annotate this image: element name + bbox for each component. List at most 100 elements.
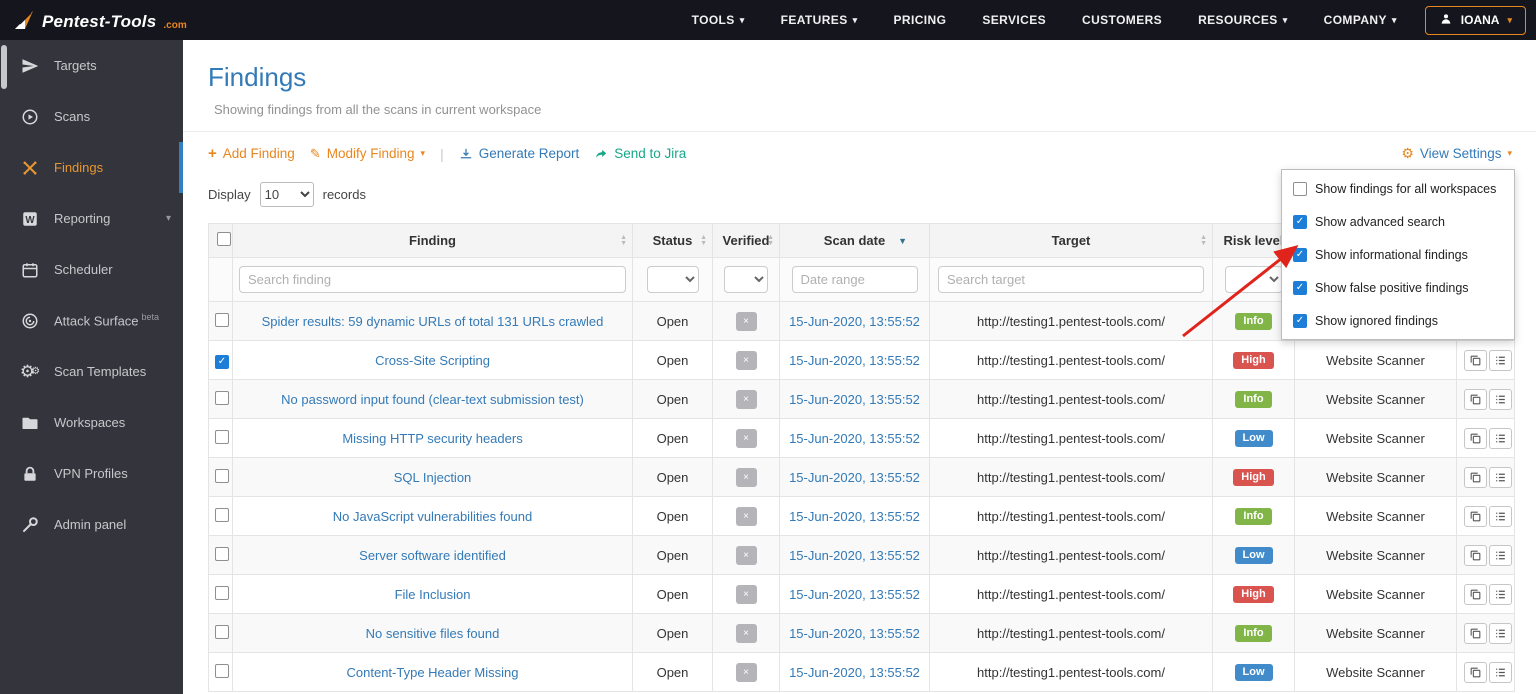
finding-link[interactable]: File Inclusion: [395, 587, 471, 602]
scan-date-link[interactable]: 15-Jun-2020, 13:55:52: [789, 314, 920, 329]
pentest-tools-logo[interactable]: Pentest-Tools .com: [12, 8, 187, 33]
menu-item-show-ignored-findings[interactable]: ✓Show ignored findings: [1282, 304, 1514, 337]
finding-details-button[interactable]: [1489, 662, 1512, 683]
sidebar-item-admin-panel[interactable]: Admin panel: [0, 499, 183, 550]
col-header-status[interactable]: Status ▲▼: [633, 224, 713, 258]
scan-date-link[interactable]: 15-Jun-2020, 13:55:52: [789, 431, 920, 446]
sidebar-item-findings[interactable]: Findings: [0, 142, 183, 193]
scan-date-link[interactable]: 15-Jun-2020, 13:55:52: [789, 353, 920, 368]
sidebar-item-scan-templates[interactable]: ⚙⚙Scan Templates: [0, 346, 183, 397]
generate-report-button[interactable]: Generate Report: [459, 146, 580, 161]
verified-toggle-button[interactable]: ×: [736, 351, 757, 370]
menu-item-show-findings-for-all-workspaces[interactable]: Show findings for all workspaces: [1282, 172, 1514, 205]
finding-link[interactable]: Spider results: 59 dynamic URLs of total…: [262, 314, 604, 329]
nav-item-company[interactable]: COMPANY▾: [1324, 13, 1397, 27]
add-finding-button[interactable]: + Add Finding: [208, 145, 295, 162]
modify-finding-button[interactable]: ✎ Modify Finding ▾: [310, 146, 425, 162]
view-settings-button[interactable]: ⚙ View Settings ▾: [1401, 145, 1512, 162]
copy-finding-button[interactable]: [1464, 623, 1487, 644]
menu-item-show-advanced-search[interactable]: ✓Show advanced search: [1282, 205, 1514, 238]
row-checkbox[interactable]: [215, 313, 229, 327]
col-header-finding[interactable]: Finding ▲▼: [233, 224, 633, 258]
verified-toggle-button[interactable]: ×: [736, 429, 757, 448]
menu-checkbox[interactable]: ✓: [1293, 215, 1307, 229]
nav-item-resources[interactable]: RESOURCES▾: [1198, 13, 1288, 27]
row-checkbox[interactable]: ✓: [215, 355, 229, 369]
sidebar-item-scans[interactable]: Scans: [0, 91, 183, 142]
menu-checkbox[interactable]: ✓: [1293, 314, 1307, 328]
scan-date-link[interactable]: 15-Jun-2020, 13:55:52: [789, 548, 920, 563]
copy-finding-button[interactable]: [1464, 662, 1487, 683]
verified-toggle-button[interactable]: ×: [736, 312, 757, 331]
finding-link[interactable]: Content-Type Header Missing: [347, 665, 519, 680]
verified-toggle-button[interactable]: ×: [736, 468, 757, 487]
finding-filter-input[interactable]: [239, 266, 626, 293]
finding-details-button[interactable]: [1489, 467, 1512, 488]
menu-item-show-informational-findings[interactable]: ✓Show informational findings: [1282, 238, 1514, 271]
finding-link[interactable]: No password input found (clear-text subm…: [281, 392, 584, 407]
finding-details-button[interactable]: [1489, 350, 1512, 371]
copy-finding-button[interactable]: [1464, 389, 1487, 410]
finding-details-button[interactable]: [1489, 506, 1512, 527]
nav-item-pricing[interactable]: PRICING: [894, 13, 947, 27]
select-all-checkbox[interactable]: [217, 232, 231, 246]
nav-item-tools[interactable]: TOOLS▾: [692, 13, 745, 27]
finding-link[interactable]: No JavaScript vulnerabilities found: [333, 509, 532, 524]
target-filter-input[interactable]: [938, 266, 1204, 293]
scan-date-link[interactable]: 15-Jun-2020, 13:55:52: [789, 587, 920, 602]
risk-filter-select[interactable]: [1225, 266, 1283, 293]
sidebar-item-vpn-profiles[interactable]: VPN Profiles: [0, 448, 183, 499]
finding-link[interactable]: Missing HTTP security headers: [342, 431, 522, 446]
verified-filter-select[interactable]: [724, 266, 768, 293]
finding-link[interactable]: SQL Injection: [394, 470, 472, 485]
sort-icon[interactable]: ▲▼: [767, 235, 774, 247]
row-checkbox[interactable]: [215, 469, 229, 483]
finding-link[interactable]: Cross-Site Scripting: [375, 353, 490, 368]
copy-finding-button[interactable]: [1464, 584, 1487, 605]
sidebar-scrollbar-thumb[interactable]: [1, 45, 7, 89]
finding-details-button[interactable]: [1489, 623, 1512, 644]
sort-icon[interactable]: ▲▼: [700, 235, 707, 247]
menu-checkbox[interactable]: ✓: [1293, 281, 1307, 295]
status-filter-select[interactable]: [647, 266, 699, 293]
date-range-input[interactable]: [792, 266, 918, 293]
page-size-select[interactable]: 10: [260, 182, 314, 207]
verified-toggle-button[interactable]: ×: [736, 585, 757, 604]
col-header-target[interactable]: Target ▲▼: [930, 224, 1213, 258]
verified-toggle-button[interactable]: ×: [736, 390, 757, 409]
scan-date-link[interactable]: 15-Jun-2020, 13:55:52: [789, 626, 920, 641]
copy-finding-button[interactable]: [1464, 467, 1487, 488]
verified-toggle-button[interactable]: ×: [736, 507, 757, 526]
scan-date-link[interactable]: 15-Jun-2020, 13:55:52: [789, 392, 920, 407]
verified-toggle-button[interactable]: ×: [736, 546, 757, 565]
row-checkbox[interactable]: [215, 664, 229, 678]
verified-toggle-button[interactable]: ×: [736, 624, 757, 643]
nav-item-services[interactable]: SERVICES: [982, 13, 1046, 27]
row-checkbox[interactable]: [215, 625, 229, 639]
copy-finding-button[interactable]: [1464, 545, 1487, 566]
scan-date-link[interactable]: 15-Jun-2020, 13:55:52: [789, 509, 920, 524]
finding-details-button[interactable]: [1489, 428, 1512, 449]
row-checkbox[interactable]: [215, 547, 229, 561]
send-to-jira-button[interactable]: Send to Jira: [594, 146, 686, 161]
row-checkbox[interactable]: [215, 508, 229, 522]
nav-item-features[interactable]: FEATURES▾: [781, 13, 858, 27]
sidebar-item-scheduler[interactable]: Scheduler: [0, 244, 183, 295]
menu-checkbox[interactable]: [1293, 182, 1307, 196]
row-checkbox[interactable]: [215, 391, 229, 405]
sidebar-item-attack-surface[interactable]: Attack Surfacebeta: [0, 295, 183, 346]
row-checkbox[interactable]: [215, 586, 229, 600]
copy-finding-button[interactable]: [1464, 350, 1487, 371]
finding-link[interactable]: No sensitive files found: [366, 626, 500, 641]
copy-finding-button[interactable]: [1464, 506, 1487, 527]
scan-date-link[interactable]: 15-Jun-2020, 13:55:52: [789, 665, 920, 680]
menu-item-show-false-positive-findings[interactable]: ✓Show false positive findings: [1282, 271, 1514, 304]
finding-details-button[interactable]: [1489, 545, 1512, 566]
finding-details-button[interactable]: [1489, 389, 1512, 410]
sort-icon[interactable]: ▲▼: [620, 235, 627, 247]
nav-item-customers[interactable]: CUSTOMERS: [1082, 13, 1162, 27]
col-header-scan-date[interactable]: Scan date ▼: [780, 224, 930, 258]
scan-date-link[interactable]: 15-Jun-2020, 13:55:52: [789, 470, 920, 485]
sidebar-item-reporting[interactable]: WReporting▾: [0, 193, 183, 244]
menu-checkbox[interactable]: ✓: [1293, 248, 1307, 262]
